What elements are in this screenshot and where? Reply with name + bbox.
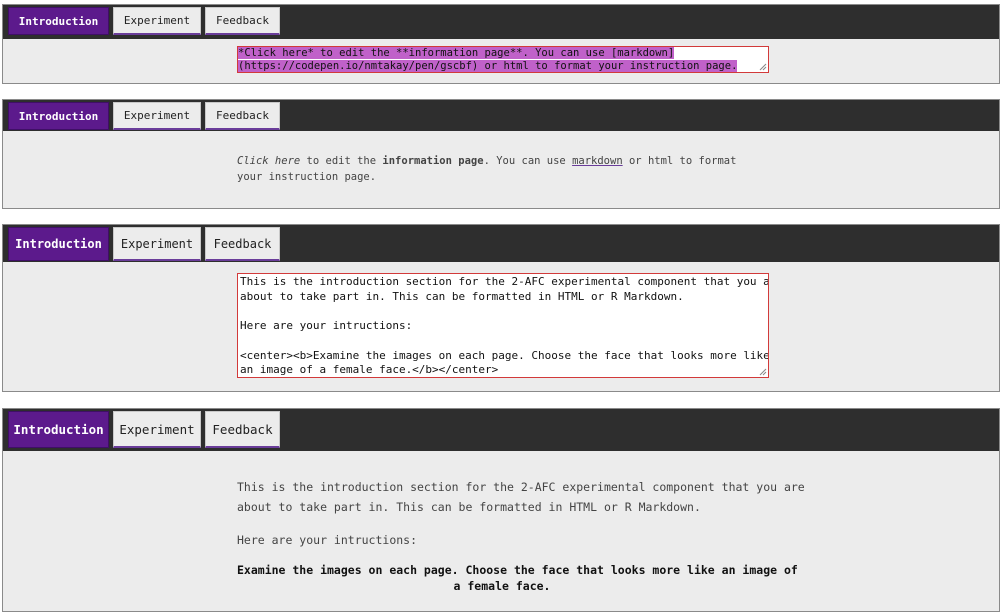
editor-line-5: an image of a female face.</b></center> — [240, 363, 499, 377]
resize-handle-icon[interactable] — [757, 61, 767, 71]
tab-introduction[interactable]: Introduction — [8, 102, 109, 130]
panel-4-rendered-content: Introduction Experiment Feedback This is… — [2, 408, 1000, 612]
preview-line-2: about to take part in. This can be forma… — [237, 500, 701, 514]
panel-3-editor-content: Introduction Experiment Feedback This is… — [2, 224, 1000, 392]
tab-feedback[interactable]: Feedback — [205, 227, 280, 261]
instruction-line-2: a female face. — [453, 579, 551, 593]
tab-introduction[interactable]: Introduction — [8, 227, 109, 261]
tab-content: Click here to edit the information page.… — [3, 131, 999, 208]
centered-instructions: Examine the images on each page. Choose … — [237, 562, 798, 594]
editor-line-1: *Click here* to edit the **information p… — [238, 47, 675, 59]
tab-experiment[interactable]: Experiment — [113, 227, 201, 261]
tab-feedback[interactable]: Feedback — [205, 411, 280, 448]
tab-introduction[interactable]: Introduction — [8, 411, 109, 448]
rendered-preview: This is the introduction section for the… — [237, 477, 805, 594]
tab-bar: Introduction Experiment Feedback — [3, 409, 999, 451]
preview-line-2: your instruction page. — [237, 171, 377, 183]
editor-line-2: (https://codepen.io/nmtakay/pen/gscbf) o… — [238, 59, 738, 72]
tab-feedback[interactable]: Feedback — [205, 7, 280, 35]
preview-line-1: This is the introduction section for the… — [237, 480, 805, 494]
preview-line-3: Here are your intructions: — [237, 533, 418, 547]
rendered-preview: Click here to edit the information page.… — [237, 153, 736, 185]
tab-content: This is the introduction section for the… — [3, 262, 999, 391]
tab-experiment[interactable]: Experiment — [113, 7, 201, 35]
instruction-line-1: Examine the images on each page. Choose … — [237, 563, 798, 577]
tab-experiment[interactable]: Experiment — [113, 102, 201, 130]
tab-bar: Introduction Experiment Feedback — [3, 100, 999, 131]
markdown-link[interactable]: markdown — [572, 155, 623, 167]
text-segment: . You can use — [483, 155, 573, 167]
markdown-editor[interactable]: This is the introduction section for the… — [237, 273, 769, 378]
editor-line-3: Here are your intructions: — [240, 319, 413, 333]
information-page-text: information page — [382, 155, 484, 167]
editor-line-1: This is the introduction section for the… — [240, 275, 769, 288]
tab-experiment[interactable]: Experiment — [113, 411, 201, 448]
editor-line-4: <center><b>Examine the images on each pa… — [240, 348, 769, 362]
tab-feedback[interactable]: Feedback — [205, 102, 280, 130]
panel-1-editor-placeholder: Introduction Experiment Feedback *Click … — [2, 4, 1000, 84]
text-segment: or html to format — [622, 155, 737, 167]
resize-handle-icon[interactable] — [757, 366, 767, 376]
tab-content: This is the introduction section for the… — [3, 451, 999, 611]
tab-bar: Introduction Experiment Feedback — [3, 5, 999, 39]
tab-content: *Click here* to edit the **information p… — [3, 39, 999, 83]
tab-bar: Introduction Experiment Feedback — [3, 225, 999, 262]
click-here-text: Click here — [237, 155, 301, 167]
tab-introduction[interactable]: Introduction — [8, 7, 109, 35]
markdown-editor[interactable]: *Click here* to edit the **information p… — [237, 46, 769, 73]
panel-2-rendered-placeholder: Introduction Experiment Feedback Click h… — [2, 99, 1000, 209]
editor-line-2: about to take part in. This can be forma… — [240, 289, 684, 303]
text-segment: to edit the — [300, 155, 383, 167]
